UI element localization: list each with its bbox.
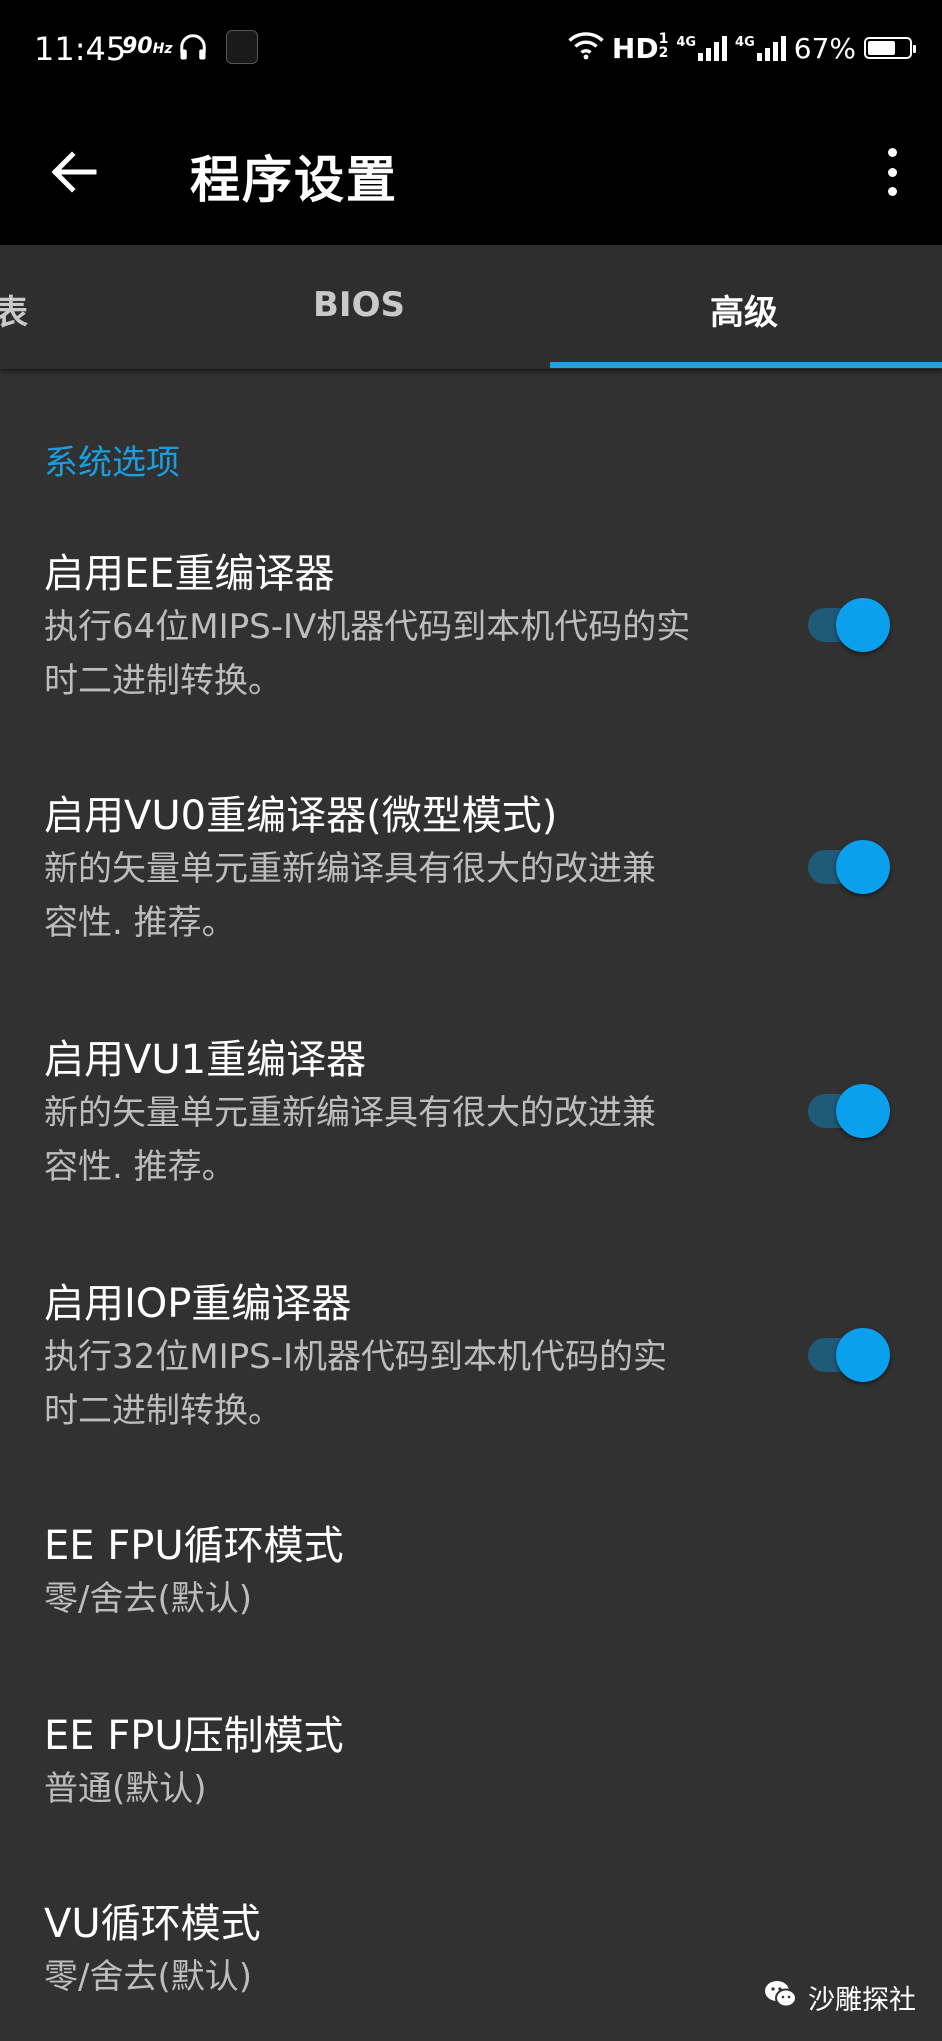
setting-summary: 新的矢量单元重新编译具有很大的改进兼	[44, 849, 656, 889]
network-type: HD1 2	[611, 30, 669, 65]
wechat-icon	[764, 1979, 798, 2016]
status-time: 11:45	[34, 30, 127, 68]
setting-vu-round-mode[interactable]: VU循环模式 零/舍去(默认)	[44, 1898, 724, 2004]
setting-ee-fpu-round-mode[interactable]: EE FPU循环模式 零/舍去(默认)	[44, 1520, 724, 1626]
tab-list[interactable]: 表	[0, 285, 28, 334]
setting-value: 零/舍去(默认)	[44, 1579, 252, 1619]
status-right: HD1 2 4G 4G 67%	[568, 28, 916, 68]
tab-indicator	[550, 362, 942, 368]
signal-icon: 4G	[676, 35, 728, 61]
setting-title: 启用VU0重编译器(微型模式)	[44, 793, 558, 839]
arrow-back-icon[interactable]	[48, 150, 98, 194]
more-vert-icon[interactable]	[886, 148, 898, 196]
setting-vu0-recompiler[interactable]: 启用VU0重编译器(微型模式) 新的矢量单元重新编译具有很大的改进兼 容性. 推…	[44, 790, 724, 950]
toggle-switch[interactable]	[808, 1082, 890, 1138]
setting-summary: 容性. 推荐。	[44, 903, 236, 943]
headphone-icon	[178, 32, 208, 66]
setting-title: EE FPU压制模式	[44, 1713, 344, 1759]
toggle-switch[interactable]	[808, 596, 890, 652]
setting-title: 启用IOP重编译器	[44, 1281, 352, 1327]
watermark: 沙雕探社	[764, 1978, 916, 2017]
setting-iop-recompiler[interactable]: 启用IOP重编译器 执行32位MIPS-I机器代码到本机代码的实 时二进制转换。	[44, 1278, 724, 1438]
battery-icon	[864, 37, 916, 59]
wifi-icon	[568, 30, 604, 67]
signal-icon: 4G	[735, 35, 786, 61]
setting-title: EE FPU循环模式	[44, 1523, 344, 1569]
battery-text: 67%	[793, 31, 856, 65]
setting-value: 零/舍去(默认)	[44, 1957, 252, 1997]
setting-vu1-recompiler[interactable]: 启用VU1重编译器 新的矢量单元重新编译具有很大的改进兼 容性. 推荐。	[44, 1034, 724, 1194]
tab-bios[interactable]: BIOS	[313, 285, 405, 325]
setting-ee-fpu-clamp-mode[interactable]: EE FPU压制模式 普通(默认)	[44, 1710, 724, 1816]
setting-summary: 时二进制转换。	[44, 1391, 282, 1431]
toggle-switch[interactable]	[808, 838, 890, 894]
setting-title: VU循环模式	[44, 1901, 261, 1947]
app-bar: 程序设置	[0, 100, 942, 245]
setting-summary: 时二进制转换。	[44, 661, 282, 701]
refresh-rate: 90Hz	[122, 34, 173, 59]
setting-summary: 执行64位MIPS-IV机器代码到本机代码的实	[44, 607, 691, 647]
tab-bar: 表 BIOS 高级	[0, 245, 942, 369]
page-title: 程序设置	[190, 151, 398, 209]
setting-summary: 执行32位MIPS-I机器代码到本机代码的实	[44, 1337, 668, 1377]
setting-summary: 新的矢量单元重新编译具有很大的改进兼	[44, 1093, 656, 1133]
toggle-switch[interactable]	[808, 1326, 890, 1382]
setting-summary: 容性. 推荐。	[44, 1147, 236, 1187]
tab-advanced[interactable]: 高级	[710, 285, 778, 334]
setting-ee-recompiler[interactable]: 启用EE重编译器 执行64位MIPS-IV机器代码到本机代码的实 时二进制转换。	[44, 548, 724, 708]
setting-value: 普通(默认)	[44, 1769, 207, 1809]
watermark-text: 沙雕探社	[808, 1985, 916, 2016]
setting-title: 启用VU1重编译器	[44, 1037, 367, 1083]
app-icon	[226, 30, 258, 64]
section-header: 系统选项	[44, 443, 180, 483]
status-bar: 11:45 90Hz HD1 2 4G 4G 67%	[0, 0, 942, 100]
setting-title: 启用EE重编译器	[44, 551, 335, 597]
